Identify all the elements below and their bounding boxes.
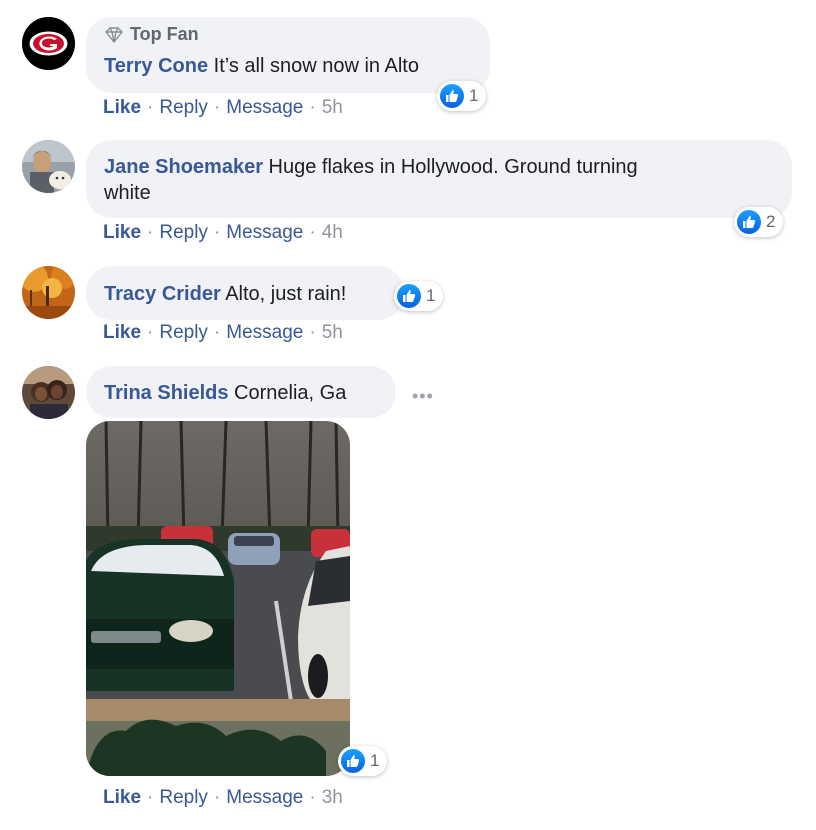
comment-text: It’s all snow now in Alto <box>213 55 419 77</box>
avatar[interactable] <box>22 140 75 193</box>
thumbs-up-icon <box>341 749 365 773</box>
reaction-count: 1 <box>469 86 479 105</box>
like-button[interactable]: Like <box>103 222 141 243</box>
attached-photo[interactable] <box>86 421 350 776</box>
diamond-icon <box>105 26 123 43</box>
author-name[interactable]: Trina Shields <box>104 382 228 404</box>
comment-actions: Like · Reply · Message · 3h <box>103 787 343 808</box>
reaction-badge[interactable]: 1 <box>338 746 388 776</box>
message-button[interactable]: Message <box>226 97 303 118</box>
comment-bubble: Top Fan Terry Cone It’s all snow now in … <box>86 17 490 93</box>
reply-button[interactable]: Reply <box>159 787 208 808</box>
comment-text-line-1: Huge flakes in Hollywood. Ground turning <box>268 156 638 178</box>
reply-button[interactable]: Reply <box>159 222 208 243</box>
message-button[interactable]: Message <box>226 787 303 808</box>
timestamp[interactable]: 5h <box>322 97 343 118</box>
timestamp[interactable]: 4h <box>322 222 343 243</box>
reaction-badge[interactable]: 2 <box>734 207 784 237</box>
comment-text-line-2: white <box>104 182 151 204</box>
comment-bubble: Tracy Crider Alto, just rain! <box>86 266 404 320</box>
comment-bubble: Trina Shields Cornelia, Ga <box>86 366 396 418</box>
thumbs-up-icon <box>440 84 464 108</box>
more-options-button[interactable]: ••• <box>412 386 434 407</box>
timestamp[interactable]: 3h <box>322 787 343 808</box>
avatar[interactable] <box>22 17 75 70</box>
like-button[interactable]: Like <box>103 322 141 343</box>
like-button[interactable]: Like <box>103 97 141 118</box>
badge-label: Top Fan <box>130 24 199 44</box>
comment-actions: Like · Reply · Message · 5h <box>103 322 343 343</box>
comment-actions: Like · Reply · Message · 4h <box>103 222 343 243</box>
reaction-badge[interactable]: 1 <box>437 81 487 111</box>
top-fan-badge: Top Fan <box>104 24 472 45</box>
like-button[interactable]: Like <box>103 787 141 808</box>
reaction-count: 1 <box>426 286 436 305</box>
timestamp[interactable]: 5h <box>322 322 343 343</box>
reaction-badge[interactable]: 1 <box>394 281 444 311</box>
message-button[interactable]: Message <box>226 322 303 343</box>
thumbs-up-icon <box>737 210 761 234</box>
comment-bubble: Jane Shoemaker Huge flakes in Hollywood.… <box>86 140 792 218</box>
message-button[interactable]: Message <box>226 222 303 243</box>
reaction-count: 2 <box>766 212 776 231</box>
comment-text: Alto, just rain! <box>225 283 347 305</box>
author-name[interactable]: Jane Shoemaker <box>104 156 263 178</box>
reaction-count: 1 <box>370 751 380 770</box>
comment-text: Cornelia, Ga <box>234 382 347 404</box>
author-name[interactable]: Tracy Crider <box>104 283 221 305</box>
avatar[interactable] <box>22 366 75 419</box>
reply-button[interactable]: Reply <box>159 97 208 118</box>
avatar[interactable] <box>22 266 75 319</box>
author-name[interactable]: Terry Cone <box>104 55 208 77</box>
comment-actions: Like · Reply · Message · 5h <box>103 97 343 118</box>
reply-button[interactable]: Reply <box>159 322 208 343</box>
thumbs-up-icon <box>397 284 421 308</box>
